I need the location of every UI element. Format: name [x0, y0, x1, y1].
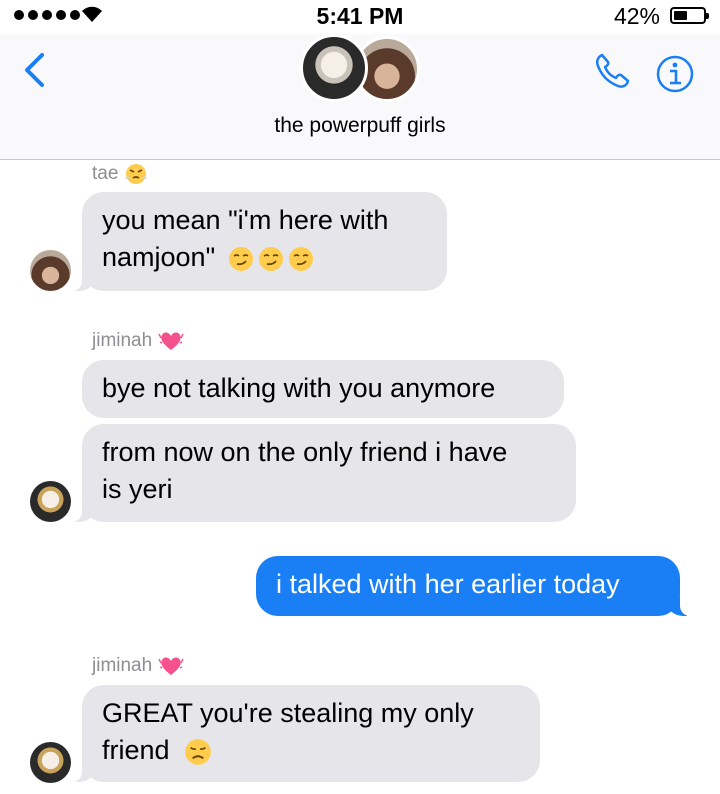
growing-heart-emoji-icon [158, 332, 184, 350]
back-chevron-icon[interactable] [22, 52, 48, 88]
avatar[interactable] [30, 742, 71, 783]
avatar[interactable] [30, 481, 71, 522]
message-bubble-incoming[interactable]: bye not talking with you anymore [82, 360, 564, 418]
sender-label: jiminah [92, 330, 153, 351]
sender-name: jiminah [92, 329, 184, 353]
status-bar: 5:41 PM 42% [0, 0, 720, 34]
message-line: from now on the only friend i have [102, 437, 508, 467]
conversation-title[interactable]: the powerpuff girls [0, 114, 720, 138]
message-text: from now on the only friend i have is ye… [102, 434, 556, 508]
message-line: you mean "i'm here with [102, 205, 389, 235]
message-line-with-emoji: namjoon" [102, 239, 427, 276]
status-time: 5:41 PM [316, 3, 404, 29]
group-avatars[interactable] [300, 34, 422, 106]
message-line-with-emoji: friend [102, 732, 520, 769]
message-bubble-incoming[interactable]: from now on the only friend i have is ye… [56, 424, 576, 522]
info-icon[interactable] [655, 54, 695, 94]
triumph-face-emoji-icon [125, 164, 148, 184]
message-text: bye not talking with you anymore [102, 373, 496, 403]
message-bubble-outgoing[interactable]: i talked with her earlier today [256, 556, 706, 616]
message-text: GREAT you're stealing my only friend [102, 695, 520, 769]
sender-label: tae [92, 163, 119, 184]
sender-name: tae [92, 162, 148, 186]
sender-label: jiminah [92, 655, 153, 676]
message-line: GREAT you're stealing my only [102, 698, 474, 728]
message-bubble-incoming[interactable]: you mean "i'm here with namjoon" [56, 192, 447, 291]
phone-icon[interactable] [592, 51, 632, 91]
message-text: i talked with her earlier today [276, 569, 620, 599]
message-bubble-incoming[interactable]: GREAT you're stealing my only friend [56, 685, 540, 782]
sender-name: jiminah [92, 654, 184, 678]
message-text: you mean "i'm here with namjoon" [102, 202, 427, 276]
smirking-face-emoji-icon [228, 246, 313, 271]
avatar[interactable] [30, 250, 71, 291]
growing-heart-emoji-icon [158, 657, 184, 675]
disappointed-face-emoji-icon [185, 739, 211, 765]
avatar [300, 34, 368, 102]
battery-percentage: 42% [613, 3, 660, 29]
conversation-header: the powerpuff girls [0, 34, 720, 160]
battery-icon [670, 7, 709, 24]
message-line: is yeri [102, 474, 173, 504]
